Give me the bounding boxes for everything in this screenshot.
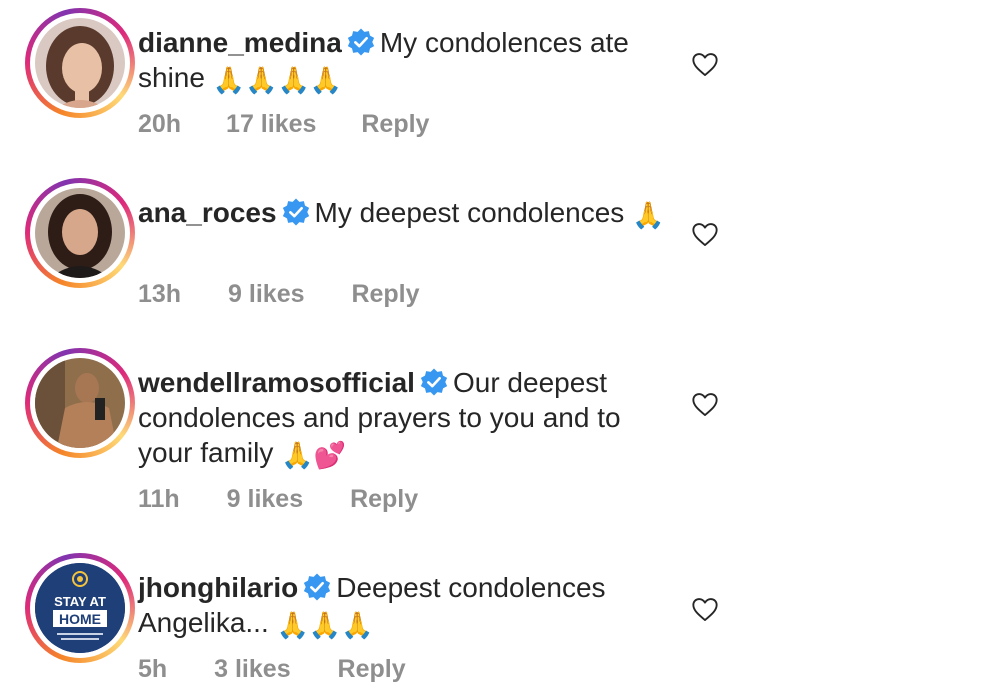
comment-username[interactable]: dianne_medina bbox=[138, 27, 342, 58]
avatar bbox=[35, 358, 125, 448]
verified-badge-icon bbox=[420, 368, 448, 396]
avatar: STAY AT HOME bbox=[35, 563, 125, 653]
comment-time: 11h bbox=[138, 485, 180, 513]
pray-emoji: 🙏🙏🙏 bbox=[276, 610, 374, 640]
pray-heart-emoji: 🙏💕 bbox=[281, 440, 346, 470]
avatar bbox=[35, 18, 125, 108]
avatar-story-ring[interactable] bbox=[25, 178, 135, 288]
comment-username[interactable]: jhonghilario bbox=[138, 572, 298, 603]
verified-badge-icon bbox=[347, 28, 374, 56]
badge-line2: HOME bbox=[59, 611, 101, 627]
comment-likes[interactable]: 17 likes bbox=[226, 110, 316, 139]
reply-button[interactable]: Reply bbox=[350, 485, 418, 514]
pray-emoji: 🙏 bbox=[632, 200, 665, 230]
badge-line1: STAY AT bbox=[54, 594, 106, 609]
comment-likes[interactable]: 3 likes bbox=[214, 655, 290, 684]
avatar-story-ring[interactable] bbox=[25, 348, 135, 458]
comment-body: dianne_medina My condolences ate shine 🙏🙏… bbox=[138, 25, 678, 95]
heart-outline-icon[interactable] bbox=[691, 391, 719, 417]
avatar bbox=[35, 188, 125, 278]
reply-button[interactable]: Reply bbox=[338, 655, 406, 684]
avatar-story-ring[interactable]: STAY AT HOME bbox=[25, 553, 135, 663]
comment-meta: 13h 9 likes Reply bbox=[138, 280, 420, 309]
comment-body: wendellramosofficial Our deepest condolen… bbox=[138, 365, 678, 470]
comment-time: 20h bbox=[138, 110, 182, 138]
heart-outline-icon[interactable] bbox=[691, 596, 719, 622]
verified-badge-icon bbox=[304, 573, 331, 601]
comment-time: 13h bbox=[138, 280, 182, 308]
heart-outline-icon[interactable] bbox=[691, 51, 719, 77]
comment-body: jhonghilario Deepest condolences Angelika… bbox=[138, 570, 678, 640]
comment-meta: 5h 3 likes Reply bbox=[138, 655, 406, 684]
comment-likes[interactable]: 9 likes bbox=[227, 485, 303, 514]
verified-badge-icon bbox=[282, 198, 309, 226]
comment-meta: 11h 9 likes Reply bbox=[138, 485, 418, 514]
pray-emoji: 🙏🙏🙏🙏 bbox=[212, 65, 343, 95]
heart-outline-icon[interactable] bbox=[691, 221, 719, 247]
comment-username[interactable]: ana_roces bbox=[138, 197, 277, 228]
comment-meta: 20h 17 likes Reply bbox=[138, 110, 429, 139]
comment-text: My deepest condolences bbox=[314, 197, 625, 228]
reply-button[interactable]: Reply bbox=[361, 110, 429, 139]
comment-time: 5h bbox=[138, 655, 168, 683]
avatar-story-ring[interactable] bbox=[25, 8, 135, 118]
comment-body: ana_roces My deepest condolences 🙏 bbox=[138, 195, 678, 230]
reply-button[interactable]: Reply bbox=[351, 280, 419, 309]
comment-likes[interactable]: 9 likes bbox=[228, 280, 304, 309]
comment-username[interactable]: wendellramosofficial bbox=[138, 367, 415, 398]
